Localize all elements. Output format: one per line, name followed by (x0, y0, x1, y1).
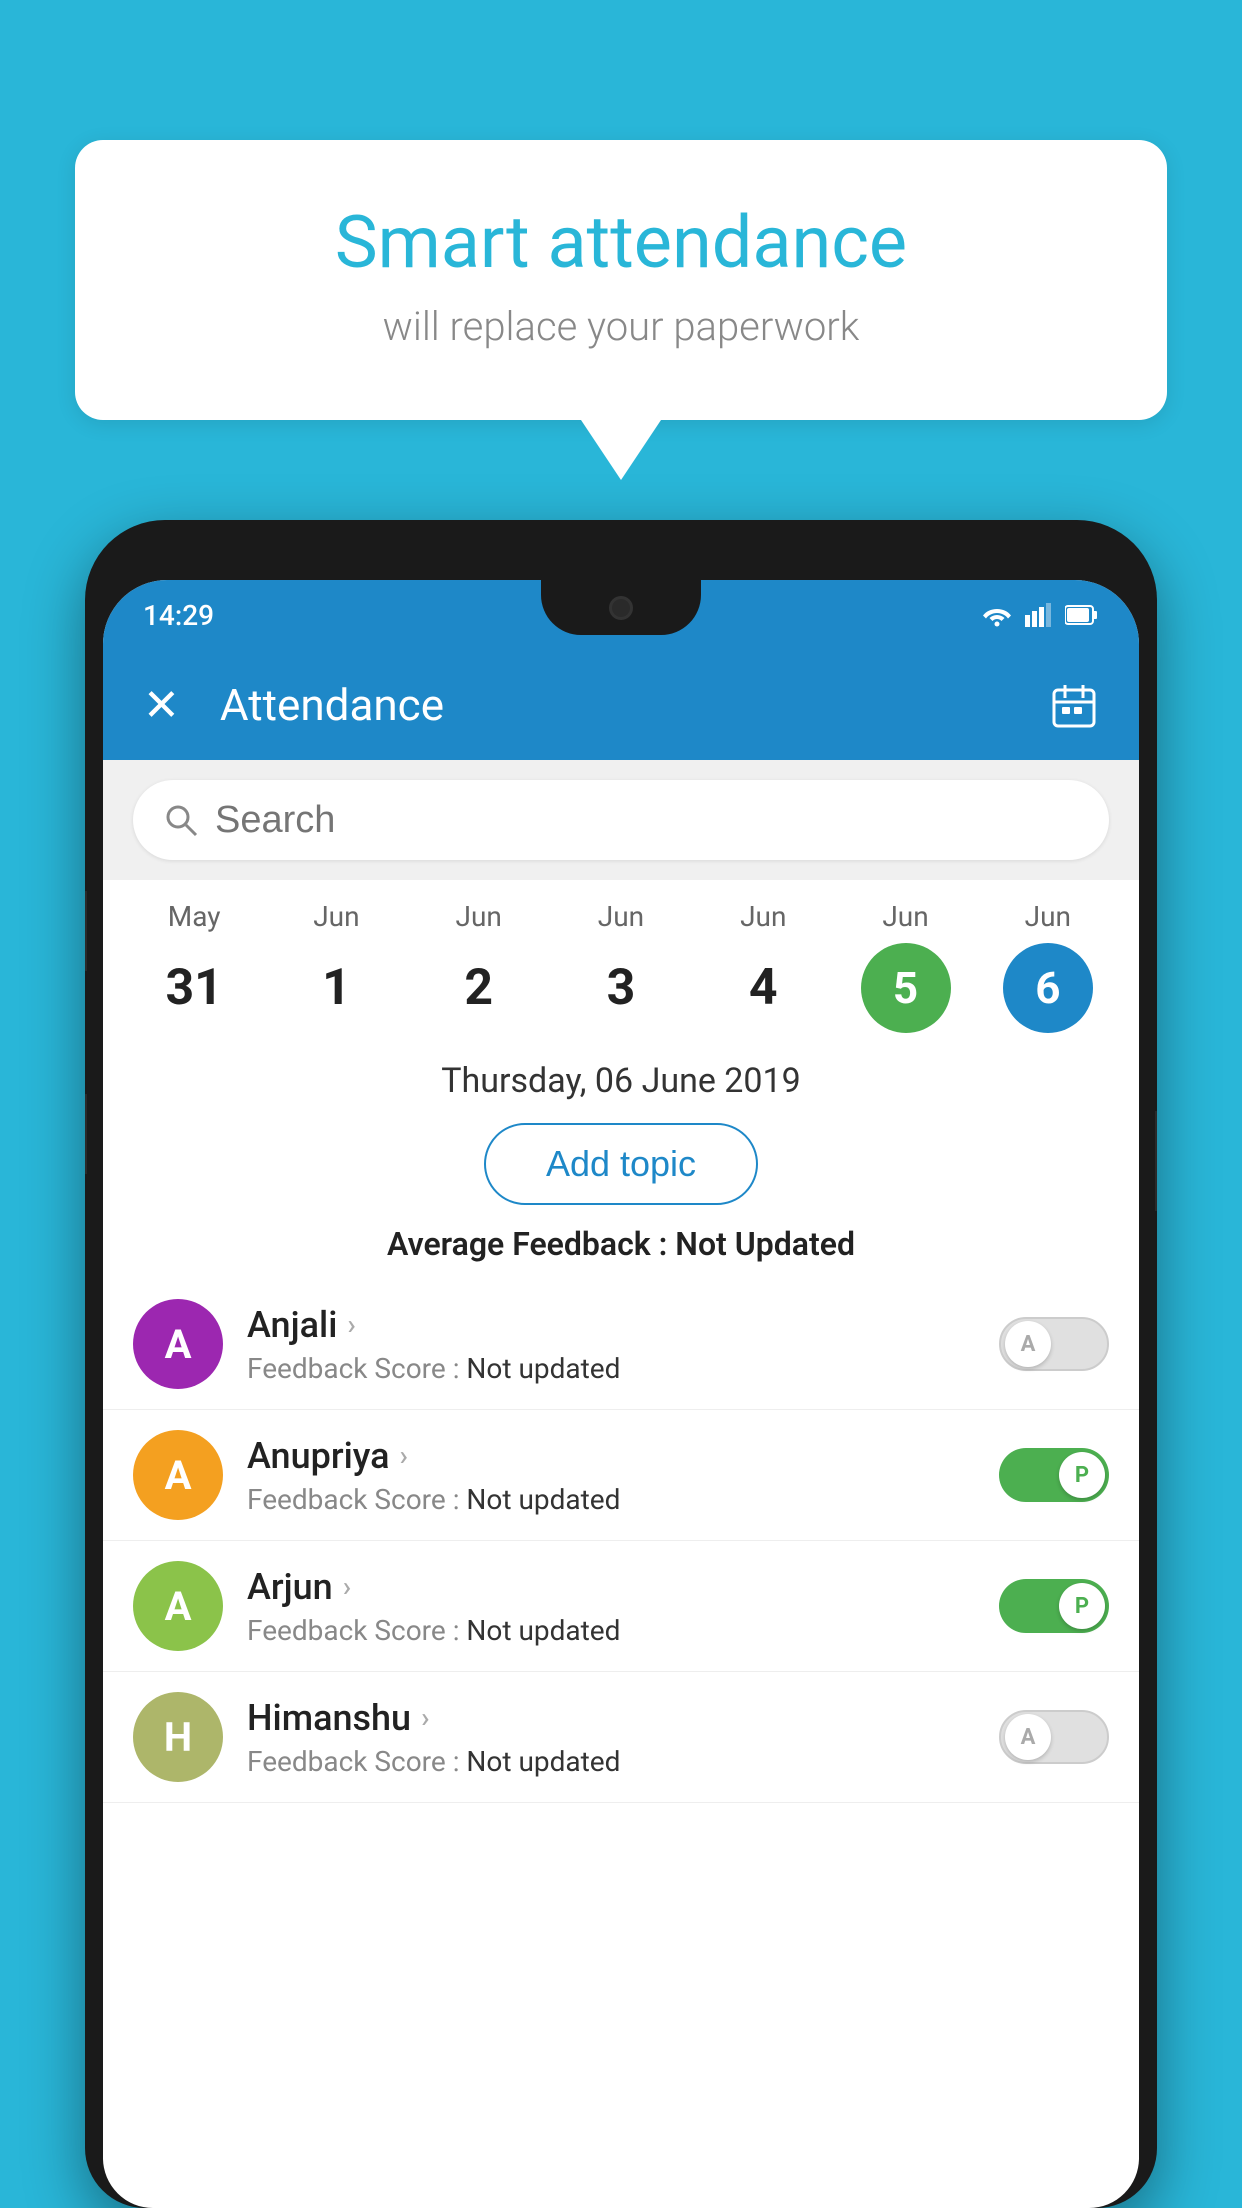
cal-month: Jun (456, 900, 502, 933)
calendar-icon[interactable] (1049, 680, 1099, 730)
student-info: Arjun › Feedback Score : Not updated (247, 1566, 975, 1647)
feedback-value: Not updated (466, 1614, 620, 1647)
calendar-day[interactable]: Jun 4 (718, 900, 808, 1033)
cal-month: Jun (882, 900, 928, 933)
battery-icon (1065, 604, 1099, 626)
attendance-toggle[interactable]: P (999, 1448, 1109, 1502)
cal-date: 4 (718, 943, 808, 1033)
student-name: Anupriya › (247, 1435, 975, 1477)
content-area: May 31 Jun 1 Jun 2 Jun 3 Jun 4 Jun 5 Jun 6 Thursday, … (103, 760, 1139, 1803)
cal-month: Jun (740, 900, 786, 933)
feedback-value: Not updated (466, 1352, 620, 1385)
student-avatar: A (133, 1430, 223, 1520)
selected-date: Thursday, 06 June 2019 (103, 1043, 1139, 1113)
attendance-toggle[interactable]: A (999, 1710, 1109, 1764)
student-item[interactable]: A Anupriya › Feedback Score : Not updated P (103, 1410, 1139, 1541)
chevron-icon: › (347, 1308, 355, 1341)
cal-month: Jun (598, 900, 644, 933)
cal-date: 6 (1003, 943, 1093, 1033)
student-avatar: H (133, 1692, 223, 1782)
student-item[interactable]: H Himanshu › Feedback Score : Not updated A (103, 1672, 1139, 1803)
status-time: 14:29 (143, 599, 214, 632)
student-info: Anupriya › Feedback Score : Not updated (247, 1435, 975, 1516)
chevron-icon: › (343, 1570, 351, 1603)
attendance-toggle[interactable]: A (999, 1317, 1109, 1371)
student-feedback: Feedback Score : Not updated (247, 1483, 975, 1516)
cal-date: 5 (861, 943, 951, 1033)
attendance-toggle[interactable]: P (999, 1579, 1109, 1633)
volume-up-button (85, 891, 87, 971)
background: Smart attendance will replace your paper… (0, 0, 1242, 2208)
student-info: Anjali › Feedback Score : Not updated (247, 1304, 975, 1385)
bubble-subtitle: will replace your paperwork (155, 303, 1087, 350)
search-bar-container (103, 760, 1139, 880)
chevron-icon: › (421, 1701, 429, 1734)
phone-screen: 14:29 (103, 580, 1139, 2208)
cal-date: 3 (576, 943, 666, 1033)
bubble-title: Smart attendance (155, 200, 1087, 285)
calendar-day[interactable]: Jun 6 (1003, 900, 1093, 1033)
student-avatar: A (133, 1299, 223, 1389)
avg-feedback: Average Feedback : Not Updated (103, 1225, 1139, 1263)
cal-month: Jun (313, 900, 359, 933)
feedback-value: Not updated (466, 1745, 620, 1778)
calendar-strip: May 31 Jun 1 Jun 2 Jun 3 Jun 4 Jun 5 Jun 6 (103, 880, 1139, 1043)
student-item[interactable]: A Anjali › Feedback Score : Not updated A (103, 1279, 1139, 1410)
toggle-knob: P (1059, 1452, 1105, 1498)
feedback-value: Not updated (466, 1483, 620, 1516)
student-list: AAnjali ›Feedback Score : Not updatedAAA… (103, 1279, 1139, 1803)
calendar-day[interactable]: Jun 2 (434, 900, 524, 1033)
toggle-knob: A (1005, 1321, 1051, 1367)
close-button[interactable]: ✕ (143, 679, 180, 731)
student-feedback: Feedback Score : Not updated (247, 1352, 975, 1385)
student-feedback: Feedback Score : Not updated (247, 1614, 975, 1647)
toggle-knob: A (1005, 1714, 1051, 1760)
cal-date: 31 (149, 943, 239, 1033)
cal-date: 1 (291, 943, 381, 1033)
avg-feedback-label: Average Feedback : (387, 1225, 667, 1263)
search-icon (163, 802, 199, 838)
status-icons (981, 603, 1099, 627)
search-bar[interactable] (133, 780, 1109, 860)
calendar-day[interactable]: May 31 (149, 900, 239, 1033)
student-info: Himanshu › Feedback Score : Not updated (247, 1697, 975, 1778)
camera (609, 596, 633, 620)
avg-feedback-value: Not Updated (675, 1225, 855, 1263)
cal-month: May (168, 900, 221, 933)
calendar-day[interactable]: Jun 3 (576, 900, 666, 1033)
speech-bubble: Smart attendance will replace your paper… (75, 140, 1167, 420)
student-name: Anjali › (247, 1304, 975, 1346)
calendar-day[interactable]: Jun 1 (291, 900, 381, 1033)
student-item[interactable]: A Arjun › Feedback Score : Not updated P (103, 1541, 1139, 1672)
chevron-icon: › (400, 1439, 408, 1472)
volume-down-button (85, 1094, 87, 1174)
cal-date: 2 (434, 943, 524, 1033)
student-name: Himanshu › (247, 1697, 975, 1739)
app-title: Attendance (220, 679, 1009, 731)
wifi-icon (981, 603, 1013, 627)
speech-bubble-container: Smart attendance will replace your paper… (75, 140, 1167, 480)
bubble-tail (581, 420, 661, 480)
phone-frame: 14:29 (85, 520, 1157, 2208)
toggle-knob: P (1059, 1583, 1105, 1629)
notch (541, 580, 701, 635)
power-button (1155, 1111, 1157, 1211)
calendar-day[interactable]: Jun 5 (861, 900, 951, 1033)
app-bar: ✕ Attendance (103, 650, 1139, 760)
student-name: Arjun › (247, 1566, 975, 1608)
search-input[interactable] (215, 799, 1079, 842)
student-avatar: A (133, 1561, 223, 1651)
student-feedback: Feedback Score : Not updated (247, 1745, 975, 1778)
add-topic-button[interactable]: Add topic (484, 1123, 758, 1205)
cal-month: Jun (1025, 900, 1071, 933)
signal-icon (1025, 603, 1053, 627)
